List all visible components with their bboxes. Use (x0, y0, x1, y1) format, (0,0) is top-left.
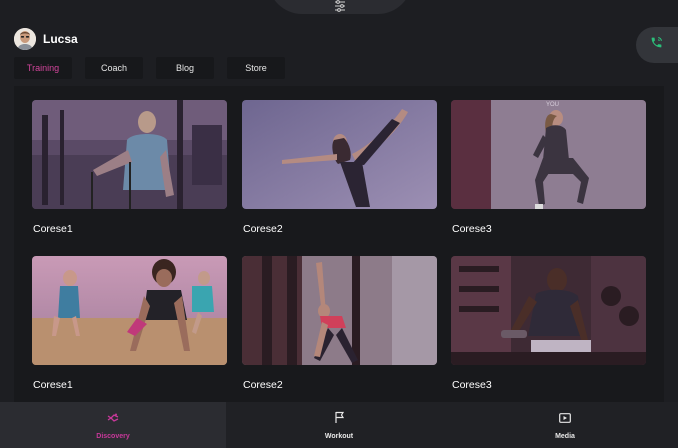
user-profile[interactable]: Lucsa (14, 28, 78, 50)
discovery-icon (107, 410, 119, 428)
course-thumbnail[interactable] (242, 100, 437, 209)
course-thumbnail[interactable] (32, 100, 227, 209)
course-thumbnail[interactable]: YOU (451, 100, 646, 209)
avatar[interactable] (14, 28, 36, 50)
tab-blog[interactable]: Blog (156, 57, 214, 79)
course-grid: Corese1 Corese2 YOU Corese3 Corese1 Core… (14, 86, 664, 402)
course-title: Corese3 (452, 223, 492, 235)
tab-store[interactable]: Store (227, 57, 285, 79)
nav-label: Media (555, 433, 575, 440)
course-title: Corese3 (452, 379, 492, 391)
tab-label: Training (26, 63, 60, 73)
course-title: Corese2 (243, 379, 283, 391)
category-tabs: Training Coach Blog Store (14, 57, 285, 79)
flag-icon (334, 410, 345, 428)
tab-training[interactable]: Training (14, 57, 72, 79)
course-card[interactable]: YOU Corese3 (451, 100, 646, 235)
nav-label: Workout (324, 433, 354, 440)
tab-coach[interactable]: Coach (85, 57, 143, 79)
bottom-navigation: Discovery Workout Media (0, 402, 678, 448)
call-button[interactable] (636, 27, 678, 63)
course-card[interactable]: Corese2 (242, 100, 437, 235)
course-title: Corese1 (33, 223, 73, 235)
media-icon (559, 410, 571, 428)
course-card[interactable]: Corese2 (242, 256, 437, 391)
phone-icon (650, 36, 663, 54)
sliders-icon (333, 0, 347, 12)
course-card[interactable]: Corese1 (32, 256, 227, 391)
svg-text:YOU: YOU (546, 102, 559, 108)
course-card[interactable]: Corese1 (32, 100, 227, 235)
nav-discovery[interactable]: Discovery (0, 402, 226, 448)
tab-label: Coach (100, 63, 127, 73)
course-thumbnail[interactable] (32, 256, 227, 365)
course-title: Corese2 (243, 223, 283, 235)
nav-workout[interactable]: Workout (226, 402, 452, 448)
tab-label: Blog (175, 63, 194, 73)
course-title: Corese1 (33, 379, 73, 391)
course-thumbnail[interactable] (451, 256, 646, 365)
nav-media[interactable]: Media (452, 402, 678, 448)
username: Lucsa (43, 32, 78, 46)
tab-label: Store (245, 63, 267, 73)
nav-label: Discovery (96, 433, 130, 440)
course-card[interactable]: Corese3 (451, 256, 646, 391)
course-thumbnail[interactable] (242, 256, 437, 365)
top-menu-handle[interactable] (268, 0, 412, 14)
